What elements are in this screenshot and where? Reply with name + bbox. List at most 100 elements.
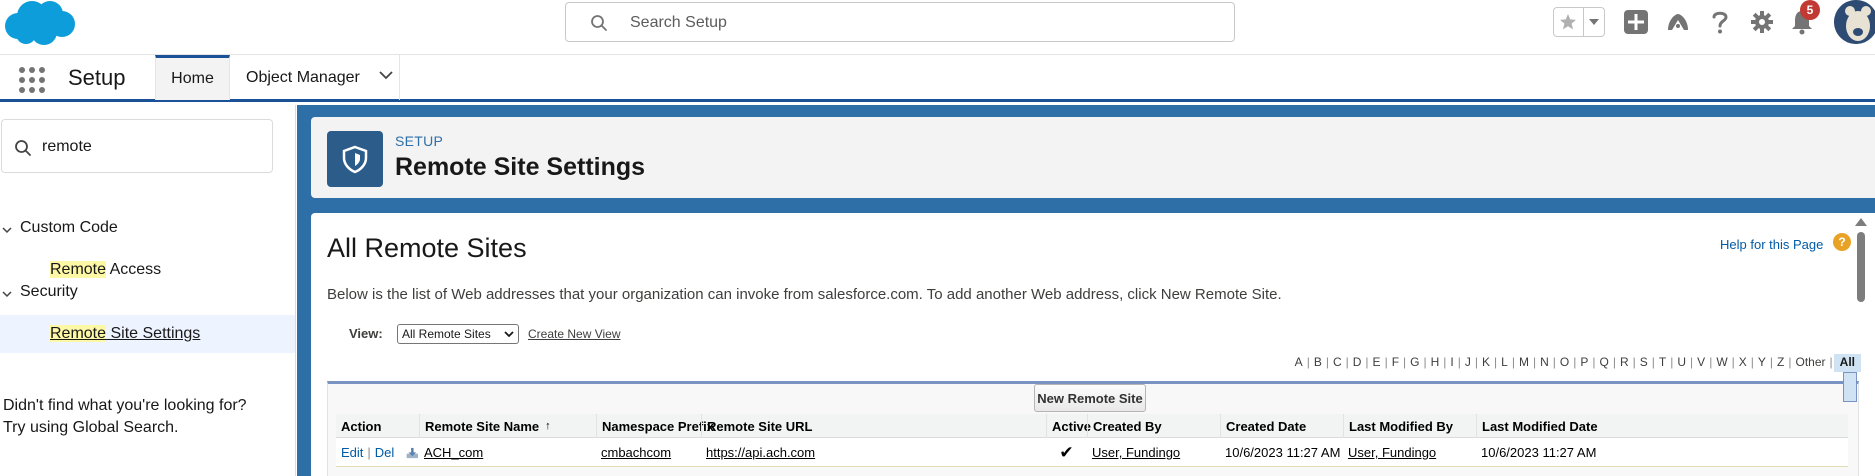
column-header-created-date[interactable]: Created Date <box>1220 414 1343 438</box>
created-by-link[interactable]: User, Fundingo <box>1092 445 1180 460</box>
alpha-filter-s[interactable]: S <box>1637 354 1651 372</box>
view-select[interactable]: All Remote Sites <box>397 324 519 344</box>
quick-find-box[interactable] <box>1 119 273 173</box>
avatar-image <box>1834 0 1875 44</box>
alpha-filter-y[interactable]: Y <box>1755 354 1769 372</box>
alpha-filter-o[interactable]: O <box>1557 354 1572 372</box>
alpha-filter-e[interactable]: E <box>1370 354 1384 372</box>
search-highlight: Remote <box>50 325 107 342</box>
alpha-filter-n[interactable]: N <box>1537 354 1552 372</box>
view-label: View: <box>349 326 383 341</box>
help-for-page-link[interactable]: Help for this Page <box>1720 237 1823 252</box>
global-actions-button[interactable] <box>1622 8 1650 36</box>
scroll-thumb[interactable] <box>1857 232 1865 302</box>
chevron-down-icon <box>504 331 514 338</box>
alpha-filter-t[interactable]: T <box>1656 354 1669 372</box>
tree-group-label: Security <box>20 283 78 300</box>
column-header-url[interactable]: Remote Site URL <box>701 414 1046 438</box>
favorites-group <box>1553 7 1605 37</box>
search-input[interactable] <box>630 11 1210 35</box>
action-separator: | <box>367 445 371 460</box>
alpha-filter-z[interactable]: Z <box>1774 354 1787 372</box>
alpha-filter-b[interactable]: B <box>1311 354 1325 372</box>
sidebar-item-label: Remote Site Settings <box>50 325 200 343</box>
search-highlight: Remote <box>50 261 107 278</box>
alpha-filter-other[interactable]: Other <box>1793 354 1829 372</box>
remote-site-name-cell: ACH_com <box>419 438 596 467</box>
url-cell: https://api.ach.com <box>701 438 1046 467</box>
alpha-filter-w[interactable]: W <box>1713 354 1730 372</box>
namespace-link[interactable]: cmbachcom <box>601 445 671 460</box>
expanded-chevron-icon <box>2 227 12 234</box>
chevron-down-icon[interactable] <box>378 70 394 80</box>
alpha-filter-u[interactable]: U <box>1674 354 1689 372</box>
alpha-filter-c[interactable]: C <box>1330 354 1345 372</box>
column-header-modified-date[interactable]: Last Modified Date <box>1476 414 1600 438</box>
alpha-filter-d[interactable]: D <box>1350 354 1365 372</box>
table-row: Edit | Del ACH_com cmbachcom https://api… <box>336 438 1848 467</box>
help-button[interactable] <box>1706 8 1734 36</box>
scroll-up-arrow-icon[interactable] <box>1853 216 1869 228</box>
download-icon[interactable] <box>406 444 419 462</box>
new-remote-site-button[interactable]: New Remote Site <box>1034 384 1146 412</box>
collapse-handle[interactable] <box>1843 372 1857 402</box>
app-launcher-icon[interactable] <box>18 66 46 94</box>
alpha-filter-r[interactable]: R <box>1617 354 1632 372</box>
notification-count-badge: 5 <box>1800 0 1820 20</box>
alphabet-filter: A | B | C | D | E | F | G | H | I | J | K | L | M | N | O | P | Q | R | S | T |… <box>311 354 1861 372</box>
shield-icon <box>342 145 368 174</box>
alpha-filter-k[interactable]: K <box>1479 354 1493 372</box>
column-header-namespace[interactable]: Namespace Prefix <box>596 414 714 438</box>
alpha-filter-h[interactable]: H <box>1428 354 1443 372</box>
modified-by-cell: User, Fundingo <box>1343 438 1476 467</box>
created-by-cell: User, Fundingo <box>1087 438 1220 467</box>
alpha-filter-g[interactable]: G <box>1407 354 1422 372</box>
setup-search[interactable] <box>565 2 1235 42</box>
column-header-modified-by[interactable]: Last Modified By <box>1343 414 1476 438</box>
namespace-cell: cmbachcom <box>596 438 701 467</box>
alpha-filter-l[interactable]: L <box>1498 354 1511 372</box>
page-scrollbar[interactable] <box>1853 216 1869 476</box>
alpha-filter-j[interactable]: J <box>1462 354 1474 372</box>
tab-home[interactable]: Home <box>155 55 230 100</box>
alpha-filter-a[interactable]: A <box>1292 354 1306 372</box>
tree-group-label: Custom Code <box>20 219 118 236</box>
tab-object-manager[interactable]: Object Manager <box>230 55 400 100</box>
alpha-filter-p[interactable]: P <box>1577 354 1591 372</box>
setup-sidebar: Custom Code Remote Access Security Remot… <box>0 105 296 476</box>
alpha-filter-x[interactable]: X <box>1736 354 1750 372</box>
create-new-view-link[interactable]: Create New View <box>528 327 620 341</box>
help-question-icon[interactable]: ? <box>1833 233 1851 251</box>
created-date-cell: 10/6/2023 11:27 AM <box>1225 445 1341 460</box>
alpha-filter-v[interactable]: V <box>1694 354 1708 372</box>
search-icon <box>591 15 607 31</box>
trailhead-button[interactable] <box>1664 8 1692 36</box>
quick-find-input[interactable] <box>42 134 262 160</box>
column-header-name[interactable]: Remote Site Name ↑ <box>419 414 596 438</box>
favorites-list-button[interactable] <box>1582 8 1604 36</box>
modified-by-link[interactable]: User, Fundingo <box>1348 445 1436 460</box>
column-header-active[interactable]: Active <box>1046 414 1091 438</box>
not-found-line-2: Try using Global Search. <box>3 419 179 436</box>
salesforce-logo[interactable] <box>2 0 76 48</box>
sidebar-item-remote-site-settings[interactable]: Remote Site Settings <box>0 315 295 353</box>
remote-site-url-link[interactable]: https://api.ach.com <box>706 445 815 460</box>
tab-object-manager-label: Object Manager <box>246 68 360 86</box>
alpha-filter-f[interactable]: F <box>1389 354 1402 372</box>
setup-gear-button[interactable] <box>1748 8 1776 36</box>
delete-link[interactable]: Del <box>375 445 395 460</box>
user-avatar[interactable] <box>1834 0 1875 44</box>
global-header: 5 <box>0 0 1875 54</box>
page-description: Below is the list of Web addresses that … <box>327 286 1282 303</box>
edit-link[interactable]: Edit <box>341 445 363 460</box>
not-found-line-1: Didn't find what you're looking for? <box>3 397 247 414</box>
alpha-filter-m[interactable]: M <box>1516 354 1532 372</box>
caret-down-icon <box>1588 19 1599 25</box>
alpha-filter-i[interactable]: I <box>1447 354 1456 372</box>
page-header: SETUP Remote Site Settings <box>311 117 1875 198</box>
remote-site-name-link[interactable]: ACH_com <box>424 445 483 460</box>
alpha-filter-q[interactable]: Q <box>1597 354 1612 372</box>
help-icon <box>1712 11 1728 34</box>
favorites-button[interactable] <box>1554 8 1583 36</box>
column-header-created-by[interactable]: Created By <box>1087 414 1220 438</box>
